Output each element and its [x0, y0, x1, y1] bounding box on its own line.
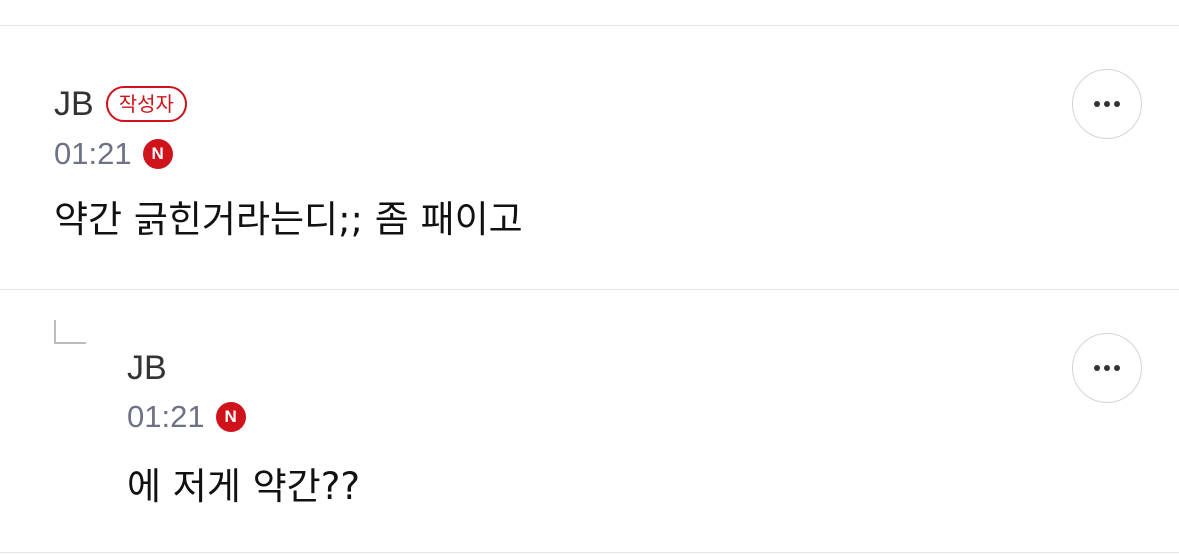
more-horizontal-icon: [1094, 101, 1120, 107]
new-badge-icon: N: [142, 139, 173, 169]
comment-time: 01:21: [54, 136, 132, 171]
reply-comment-item: JB 01:21 N 에 저게 약간??: [0, 290, 1179, 552]
more-options-button[interactable]: [1072, 69, 1142, 139]
meta-row: 01:21 N: [54, 136, 173, 172]
comment-text: 에 저게 약간??: [127, 465, 360, 508]
more-options-button[interactable]: [1072, 333, 1142, 403]
bottom-divider: [0, 552, 1179, 553]
meta-row: 01:21 N: [127, 399, 246, 435]
author-row: JB: [127, 348, 167, 388]
more-horizontal-icon: [1094, 365, 1120, 371]
author-name[interactable]: JB: [127, 348, 167, 388]
author-row: JB 작성자: [54, 84, 187, 124]
comment-text: 약간 긁힌거라는디;; 좀 패이고: [54, 198, 523, 241]
reply-indent-icon: [54, 320, 86, 344]
comment-time: 01:21: [127, 399, 205, 434]
new-badge-icon: N: [215, 402, 246, 432]
comment-item: JB 작성자 01:21 N 약간 긁힌거라는디;; 좀 패이고: [0, 26, 1179, 289]
author-badge: 작성자: [105, 86, 187, 122]
author-name[interactable]: JB: [54, 84, 94, 124]
